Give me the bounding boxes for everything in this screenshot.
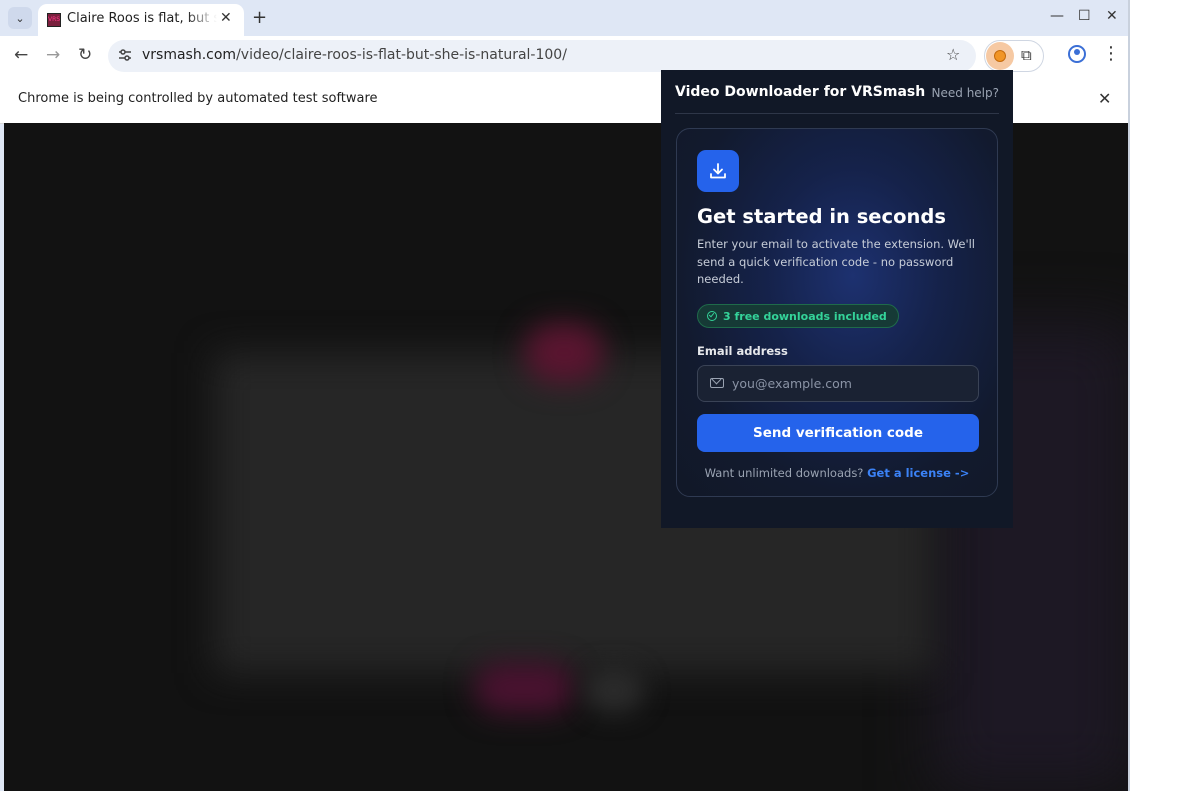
infobar-text: Chrome is being controlled by automated … (18, 91, 378, 106)
get-license-link[interactable]: Get a license -> (867, 466, 969, 480)
download-icon (697, 150, 739, 192)
url-path: /video/claire-roos-is-flat-but-she-is-na… (236, 47, 567, 63)
active-tab[interactable]: VRS Claire Roos is flat, but she is natu… (38, 4, 244, 36)
browser-menu-icon[interactable]: ⋮ (1102, 43, 1120, 64)
footer-text: Want unlimited downloads? (704, 466, 864, 480)
maximize-button[interactable]: ☐ (1078, 8, 1091, 24)
need-help-link[interactable]: Need help? (932, 86, 999, 100)
check-circle-icon (707, 311, 717, 321)
extension-popup: Video Downloader for VRSmash Need help? … (661, 70, 1013, 528)
popup-header: Video Downloader for VRSmash Need help? (675, 84, 999, 114)
profile-avatar-icon[interactable] (1068, 45, 1086, 63)
tab-title: Claire Roos is flat, but she is natural (67, 11, 217, 26)
card-description: Enter your email to activate the extensi… (697, 237, 975, 286)
email-field[interactable] (732, 366, 972, 401)
license-footer: Want unlimited downloads? Get a license … (677, 466, 997, 480)
extensions-puzzle-icon[interactable]: ⧉ (1021, 46, 1032, 64)
site-favicon-icon: VRS (47, 13, 61, 27)
card-heading: Get started in seconds (697, 205, 946, 228)
infobar-close-icon[interactable]: ✕ (1098, 89, 1111, 108)
extensions-group: ⧉ (984, 40, 1044, 72)
tab-close-icon[interactable]: ✕ (220, 10, 232, 26)
mail-icon (710, 378, 724, 388)
badge-label: 3 free downloads included (723, 309, 887, 323)
window-close-button[interactable]: ✕ (1106, 8, 1118, 24)
send-verification-code-button[interactable]: Send verification code (697, 414, 979, 452)
reload-button[interactable]: ↻ (78, 45, 92, 65)
tab-search-button[interactable]: ⌄ (8, 7, 32, 29)
popup-title: Video Downloader for VRSmash (675, 84, 926, 100)
blurred-logo-region (524, 323, 604, 383)
email-label: Email address (697, 344, 788, 358)
back-button[interactable]: ← (14, 45, 28, 65)
new-tab-button[interactable]: + (252, 7, 267, 28)
site-info-icon[interactable] (117, 47, 133, 67)
bookmark-star-icon[interactable]: ☆ (946, 45, 960, 64)
blurred-secondary-button-region (584, 668, 644, 713)
blurred-button-region (474, 663, 574, 713)
free-downloads-badge: 3 free downloads included (697, 304, 899, 328)
url-text[interactable]: vrsmash.com/video/claire-roos-is-flat-bu… (142, 47, 567, 63)
desktop-background (1130, 0, 1200, 791)
extension-icon (994, 50, 1006, 62)
onboarding-card: Get started in seconds Enter your email … (676, 128, 998, 497)
tab-strip: ⌄ VRS Claire Roos is flat, but she is na… (0, 0, 1130, 36)
email-field-container[interactable] (697, 365, 979, 402)
video-downloader-extension-button[interactable] (986, 42, 1014, 70)
address-bar[interactable]: vrsmash.com/video/claire-roos-is-flat-bu… (108, 40, 976, 72)
url-host: vrsmash.com (142, 47, 237, 63)
forward-button[interactable]: → (46, 45, 60, 65)
minimize-button[interactable]: — (1050, 8, 1064, 24)
